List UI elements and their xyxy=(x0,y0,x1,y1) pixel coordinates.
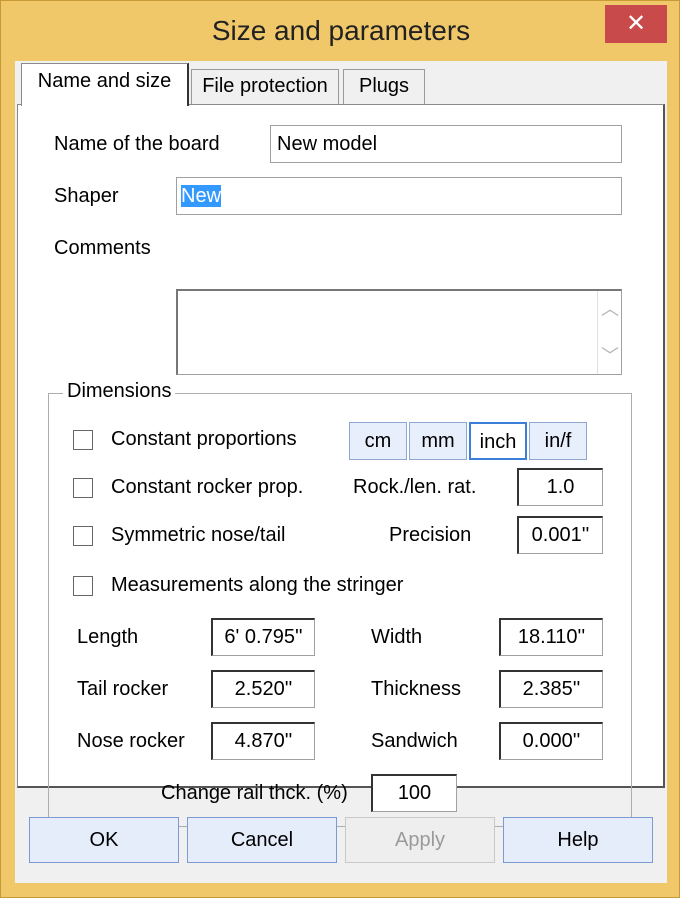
checkbox-box xyxy=(73,430,93,450)
nose-rocker-field[interactable]: 4.870'' xyxy=(211,722,315,760)
cancel-button[interactable]: Cancel xyxy=(187,817,337,863)
precision-label: Precision xyxy=(389,524,472,546)
shaper-field[interactable]: New xyxy=(176,177,622,215)
rock-len-ratio-label: Rock./len. rat. xyxy=(353,476,477,498)
close-icon: ✕ xyxy=(625,10,647,37)
thickness-field[interactable]: 2.385'' xyxy=(499,670,603,708)
help-button[interactable]: Help xyxy=(503,817,653,863)
comments-scrollbar[interactable]: ︿ ﹀ xyxy=(597,291,621,374)
ok-button[interactable]: OK xyxy=(29,817,179,863)
symmetric-nose-tail-checkbox[interactable]: Symmetric nose/tail xyxy=(73,524,313,550)
tab-plugs[interactable]: Plugs xyxy=(343,69,425,105)
shaper-selected-text: New xyxy=(181,185,222,207)
board-name-label: Name of the board xyxy=(54,133,220,155)
checkbox-label: Measurements along the stringer xyxy=(111,574,404,596)
constant-proportions-checkbox[interactable]: Constant proportions xyxy=(73,428,313,454)
scroll-up-icon[interactable]: ︿ xyxy=(598,295,622,321)
unit-inf-button[interactable]: in/f xyxy=(529,422,587,460)
scroll-down-icon[interactable]: ﹀ xyxy=(598,342,622,368)
window-title: Size and parameters xyxy=(211,15,471,46)
apply-button[interactable]: Apply xyxy=(345,817,495,863)
constant-rocker-checkbox[interactable]: Constant rocker prop. xyxy=(73,476,333,502)
unit-cm-button[interactable]: cm xyxy=(349,422,407,460)
title-bar[interactable]: Size and parameters ✕ xyxy=(1,1,680,61)
tab-name-and-size[interactable]: Name and size xyxy=(21,63,189,106)
rail-thickness-field[interactable]: 100 xyxy=(371,774,457,812)
unit-mm-button[interactable]: mm xyxy=(409,422,467,460)
width-field[interactable]: 18.110'' xyxy=(499,618,603,656)
sandwich-label: Sandwich xyxy=(371,730,458,752)
dimensions-group: Dimensions Constant proportions cm mm in… xyxy=(48,380,632,827)
precision-field[interactable]: 0.001'' xyxy=(517,516,603,554)
checkbox-box xyxy=(73,478,93,498)
thickness-label: Thickness xyxy=(371,678,462,700)
width-label: Width xyxy=(371,626,423,648)
checkbox-box xyxy=(73,576,93,596)
measurements-along-stringer-checkbox[interactable]: Measurements along the stringer xyxy=(73,574,433,600)
tab-strip: Name and size File protection Plugs xyxy=(15,61,667,106)
tab-panel-name-and-size: Name of the board New model Shaper New C… xyxy=(17,104,665,827)
checkbox-label: Symmetric nose/tail xyxy=(111,524,286,546)
tab-file-protection[interactable]: File protection xyxy=(191,69,339,105)
dialog-window: Size and parameters ✕ Name and size File… xyxy=(0,0,680,898)
board-name-field[interactable]: New model xyxy=(270,125,622,163)
rock-len-ratio-field[interactable]: 1.0 xyxy=(517,468,603,506)
sandwich-field[interactable]: 0.000'' xyxy=(499,722,603,760)
nose-rocker-label: Nose rocker xyxy=(77,730,185,752)
dimensions-group-title: Dimensions xyxy=(63,380,176,403)
length-field[interactable]: 6' 0.795'' xyxy=(211,618,315,656)
checkbox-label: Constant rocker prop. xyxy=(111,476,304,498)
comments-field[interactable]: ︿ ﹀ xyxy=(176,289,622,375)
dialog-client-area: Name and size File protection Plugs Name… xyxy=(15,61,667,883)
close-button[interactable]: ✕ xyxy=(605,5,667,43)
tail-rocker-field[interactable]: 2.520'' xyxy=(211,670,315,708)
unit-inch-button[interactable]: inch xyxy=(469,422,527,460)
checkbox-label: Constant proportions xyxy=(111,428,297,450)
checkbox-box xyxy=(73,526,93,546)
comments-label: Comments xyxy=(54,237,151,259)
rail-thickness-label: Change rail thck. (%) xyxy=(161,782,348,804)
shaper-label: Shaper xyxy=(54,185,119,207)
length-label: Length xyxy=(77,626,139,648)
tail-rocker-label: Tail rocker xyxy=(77,678,169,700)
